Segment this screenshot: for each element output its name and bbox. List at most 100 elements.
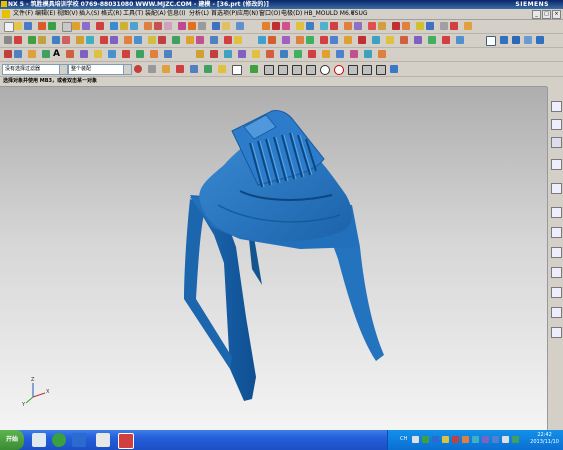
menu-tools[interactable]: 工具(T) (123, 9, 143, 19)
datum-icon[interactable] (414, 36, 422, 44)
studio-icon[interactable] (536, 36, 544, 44)
drag-handle-icon[interactable] (378, 50, 386, 58)
menu-preferences[interactable]: 首选项(P) (211, 9, 237, 19)
model-view[interactable]: Z X Y (0, 87, 547, 430)
thicken-icon[interactable] (296, 36, 304, 44)
control-point-icon[interactable] (238, 50, 246, 58)
patch-icon[interactable] (426, 22, 434, 30)
delete-icon[interactable] (96, 22, 104, 30)
pick-icon[interactable] (14, 36, 22, 44)
through-curves-icon[interactable] (224, 36, 232, 44)
palette-icon[interactable] (551, 327, 562, 338)
split-body-icon[interactable] (306, 22, 314, 30)
mirror-curve-icon[interactable] (136, 50, 144, 58)
menu-electrode[interactable]: 电极(D) (281, 9, 302, 19)
center-snap-icon[interactable] (320, 65, 330, 75)
replace-face-icon[interactable] (330, 22, 338, 30)
snap-point-icon[interactable] (196, 50, 204, 58)
menu-ysug[interactable]: YSUG (351, 9, 368, 19)
wrap-curve-icon[interactable] (150, 50, 158, 58)
rib-icon[interactable] (402, 22, 410, 30)
menu-file[interactable]: 文件(F) (13, 9, 33, 19)
n-sided-icon[interactable] (268, 36, 276, 44)
expression-icon[interactable] (428, 36, 436, 44)
divide-curve-icon[interactable] (196, 36, 204, 44)
point-on-curve-icon[interactable] (308, 50, 316, 58)
menu-edit[interactable]: 编辑(E) (35, 9, 55, 19)
offset-surface-icon[interactable] (306, 36, 314, 44)
general-selection-icon[interactable] (134, 65, 142, 73)
explorer-taskbar-icon[interactable] (96, 433, 110, 447)
manufacturing-wizard-icon[interactable] (551, 267, 562, 278)
line-icon[interactable] (38, 36, 46, 44)
part-navigator-icon[interactable] (551, 137, 562, 148)
point-on-face-icon[interactable] (322, 50, 330, 58)
open-icon[interactable] (14, 22, 22, 30)
offset-in-face-icon[interactable] (164, 50, 172, 58)
end-point-snap-icon[interactable] (250, 65, 258, 73)
fillet-curve-icon[interactable] (66, 50, 74, 58)
pocket-icon[interactable] (164, 22, 172, 30)
qq-taskbar-icon[interactable] (72, 433, 86, 447)
point-snap-icon[interactable] (348, 65, 358, 75)
offset-face-icon[interactable] (320, 22, 328, 30)
scope-dropdown[interactable]: 整个装配 (68, 64, 132, 75)
save-icon[interactable] (24, 22, 32, 30)
browser-taskbar-icon[interactable] (52, 433, 66, 447)
select-icon[interactable] (4, 36, 12, 44)
face-rule-icon[interactable] (190, 65, 198, 73)
intersection-snap-icon[interactable] (292, 65, 302, 75)
arc-center-icon[interactable] (266, 50, 274, 58)
redo-icon[interactable] (48, 22, 56, 30)
revolve-icon[interactable] (130, 22, 138, 30)
web-browser-icon[interactable] (551, 183, 562, 194)
bridge-curve-icon[interactable] (134, 36, 142, 44)
tray-app-icon-4[interactable] (492, 436, 499, 443)
menu-info[interactable]: 信息(I) (167, 9, 185, 19)
roles-icon[interactable] (551, 287, 562, 298)
mid-point-snap-icon[interactable] (264, 65, 274, 75)
combined-projection-icon[interactable] (122, 50, 130, 58)
network-icon[interactable] (422, 436, 429, 443)
offset-curve-icon[interactable] (110, 36, 118, 44)
graphics-window[interactable]: Z X Y (0, 87, 547, 430)
edge-rule-icon[interactable] (204, 65, 212, 73)
sew-icon[interactable] (464, 22, 472, 30)
extension-icon[interactable] (330, 36, 338, 44)
stool-model[interactable] (184, 110, 384, 401)
shaded-edge-icon[interactable] (512, 36, 520, 44)
section-curve-icon[interactable] (158, 36, 166, 44)
emboss-icon[interactable] (416, 22, 424, 30)
frame-icon[interactable] (486, 36, 496, 46)
clock[interactable]: 22:42 2013/11/10 (530, 432, 559, 446)
layer-icon[interactable] (386, 36, 394, 44)
move-face-icon[interactable] (344, 22, 352, 30)
join-curve-icon[interactable] (94, 50, 102, 58)
ruled-icon[interactable] (258, 36, 266, 44)
menu-application[interactable]: 应用(N) (237, 9, 258, 19)
nx-app-icon[interactable] (1, 1, 7, 7)
draft-icon[interactable] (222, 22, 230, 30)
language-indicator[interactable]: CH (400, 436, 407, 442)
update-icon[interactable] (442, 436, 449, 443)
polygon-icon[interactable] (100, 36, 108, 44)
existing-point-icon[interactable] (294, 50, 302, 58)
boss-icon[interactable] (154, 22, 162, 30)
menu-format[interactable]: 格式(R) (101, 9, 122, 19)
spline-edit-icon[interactable] (14, 50, 22, 58)
helix-icon[interactable] (28, 50, 36, 58)
subtract-icon[interactable] (272, 22, 280, 30)
process-studio-icon[interactable] (551, 247, 562, 258)
single-select-icon[interactable] (162, 65, 170, 73)
quadrant-point-icon[interactable] (280, 50, 288, 58)
shell-icon[interactable] (212, 22, 220, 30)
swept-icon[interactable] (234, 36, 242, 44)
paste-icon[interactable] (82, 22, 90, 30)
history-icon[interactable] (551, 207, 562, 218)
tangent-snap-icon[interactable] (306, 65, 316, 75)
restore-icon[interactable]: □ (542, 10, 551, 19)
chevron-down-icon[interactable] (123, 65, 131, 74)
chamfer-curve-icon[interactable] (80, 50, 88, 58)
extrude-icon[interactable] (120, 22, 128, 30)
wireframe-icon[interactable] (524, 36, 532, 44)
